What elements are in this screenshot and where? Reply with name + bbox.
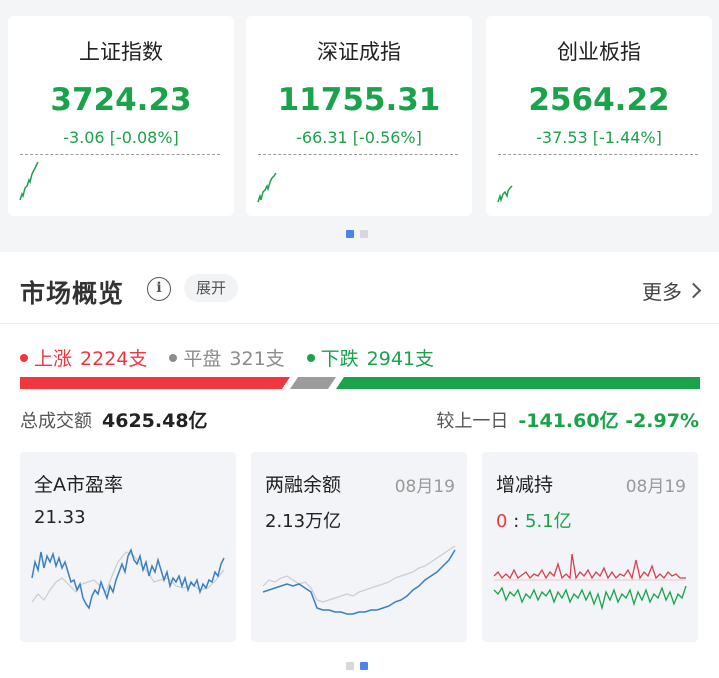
- down-label: 下跌: [320, 348, 359, 370]
- total-turnover: 总成交额 4625.48亿: [20, 406, 208, 433]
- index-carousel: 上证指数 3724.23 -3.06 [-0.08%] 深证成指 11755.3…: [0, 0, 719, 252]
- market-breadth: 上涨 2224支 平盘 321支 下跌 2941支: [20, 344, 456, 371]
- flat-label: 平盘: [183, 348, 222, 370]
- pe-ratio-chart: [31, 547, 225, 610]
- index-name: 创业板指: [557, 40, 641, 64]
- index-value: 2564.22: [528, 82, 670, 118]
- down-dot-icon: [306, 353, 315, 362]
- intraday-sparkline: [497, 185, 513, 203]
- turnover-label: 总成交额: [20, 411, 92, 432]
- card-value: 0 : 5.1亿: [496, 507, 572, 533]
- expand-button[interactable]: 展开: [184, 274, 239, 302]
- up-segment: [20, 377, 290, 389]
- card-value: 21.33: [34, 507, 86, 528]
- margin-balance-card[interactable]: 两融余额 08月19 2.13万亿: [251, 452, 467, 642]
- up-label: 上涨: [34, 348, 73, 370]
- prev-close-line: [20, 154, 220, 155]
- margin-balance-chart: [262, 545, 456, 615]
- page-dot[interactable]: [360, 230, 368, 238]
- more-button[interactable]: 更多: [642, 276, 702, 305]
- info-icon[interactable]: i: [147, 277, 171, 301]
- decrease-amount: 5.1亿: [525, 511, 572, 532]
- page-dot-active[interactable]: [346, 230, 354, 238]
- pe-ratio-card[interactable]: 全A市盈率 21.33: [20, 452, 236, 642]
- up-count: 2224支: [80, 348, 148, 370]
- section-title: 市场概览: [20, 279, 125, 308]
- holdings-change-chart: [493, 553, 687, 611]
- index-name: 上证指数: [79, 40, 163, 64]
- overview-page-indicator: [346, 662, 368, 670]
- index-change: -3.06 [-0.08%]: [63, 128, 179, 147]
- card-date: 08月19: [625, 477, 686, 497]
- value-separator: :: [513, 511, 520, 532]
- down-segment: [336, 377, 700, 389]
- breadth-ratio-bar: [20, 377, 700, 389]
- flat-count: 321支: [229, 348, 285, 370]
- turnover-compare: 较上一日 -141.60亿 -2.97%: [436, 406, 699, 433]
- index-change: -66.31 [-0.56%]: [296, 128, 422, 147]
- card-title: 增减持: [496, 474, 554, 496]
- index-card-shanghai[interactable]: 上证指数 3724.23 -3.06 [-0.08%]: [8, 16, 234, 216]
- flat-dot-icon: [169, 353, 178, 362]
- page-dot-active[interactable]: [360, 662, 368, 670]
- turnover-value: 4625.48亿: [102, 410, 208, 432]
- flat-segment: [290, 377, 336, 389]
- index-name: 深证成指: [317, 40, 401, 64]
- carousel-page-indicator: [346, 230, 368, 238]
- up-dot-icon: [20, 353, 28, 362]
- index-value: 11755.31: [277, 82, 441, 118]
- card-title: 两融余额: [265, 474, 342, 496]
- card-value: 2.13万亿: [265, 511, 342, 532]
- intraday-sparkline: [19, 161, 39, 201]
- intraday-sparkline: [257, 172, 277, 203]
- index-card-chinext[interactable]: 创业板指 2564.22 -37.53 [-1.44%]: [486, 16, 712, 216]
- compare-value: -141.60亿 -2.97%: [518, 410, 699, 432]
- increase-amount: 0: [496, 511, 508, 532]
- index-card-shenzhen[interactable]: 深证成指 11755.31 -66.31 [-0.56%]: [246, 16, 472, 216]
- index-change: -37.53 [-1.44%]: [536, 128, 662, 147]
- compare-label: 较上一日: [436, 411, 509, 432]
- card-date: 08月19: [394, 477, 455, 497]
- market-overview-header: 市场概览 i 展开 更多: [0, 252, 719, 324]
- chevron-right-icon: [685, 282, 702, 299]
- advancers: 上涨 2224支: [20, 344, 147, 371]
- decliners: 下跌 2941支: [306, 344, 435, 371]
- unchanged: 平盘 321支: [169, 344, 285, 371]
- holdings-change-card[interactable]: 增减持 08月19 0 : 5.1亿: [482, 452, 698, 642]
- card-title: 全A市盈率: [34, 474, 123, 496]
- index-value: 3724.23: [50, 82, 192, 118]
- prev-close-line: [258, 154, 458, 155]
- down-count: 2941支: [366, 348, 435, 370]
- prev-close-line: [498, 154, 698, 155]
- more-label: 更多: [642, 280, 682, 304]
- page-dot[interactable]: [346, 662, 354, 670]
